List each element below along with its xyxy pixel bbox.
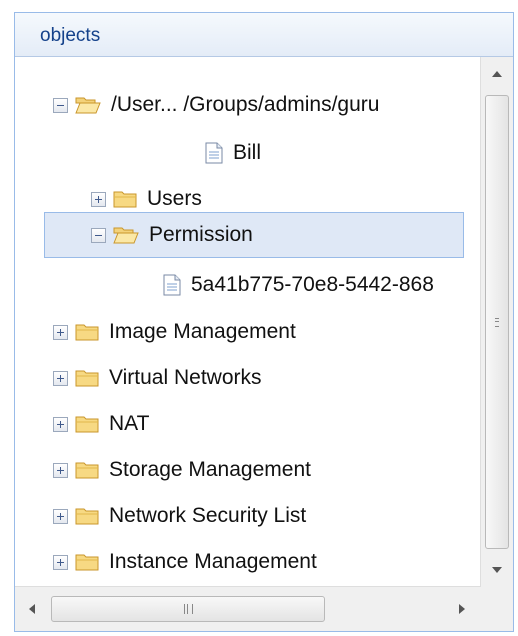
expand-toggle-icon[interactable] bbox=[53, 462, 68, 478]
tree-node-virtual-networks[interactable]: Virtual Networks bbox=[53, 360, 262, 396]
tree-node-label: /User... /Groups/admins/guru bbox=[111, 93, 380, 116]
tree-node-instance-management[interactable]: Instance Management bbox=[53, 544, 317, 580]
scroll-left-arrow-icon[interactable] bbox=[29, 604, 35, 614]
folder-icon bbox=[75, 462, 99, 479]
tree-node-nat[interactable]: NAT bbox=[53, 406, 149, 442]
tree-node-label: Storage Management bbox=[109, 458, 311, 481]
tree-node-root[interactable]: /User... /Groups/admins/guru bbox=[53, 87, 379, 123]
file-icon bbox=[163, 274, 181, 296]
tree-node-label: Virtual Networks bbox=[109, 366, 262, 389]
tree-node-storage-management[interactable]: Storage Management bbox=[53, 452, 311, 488]
folder-icon bbox=[75, 508, 99, 525]
vertical-scroll-thumb[interactable] bbox=[485, 95, 509, 549]
tree-node-permission[interactable]: Permission bbox=[44, 212, 464, 258]
scroll-right-arrow-icon[interactable] bbox=[459, 604, 465, 614]
folder-icon bbox=[113, 191, 137, 208]
expand-toggle-icon[interactable] bbox=[53, 370, 68, 386]
folder-icon bbox=[75, 370, 99, 387]
tree-node-label: Instance Management bbox=[109, 550, 317, 573]
tree-node-network-security-list[interactable]: Network Security List bbox=[53, 498, 306, 534]
grip-icon bbox=[495, 318, 499, 327]
folder-icon bbox=[75, 416, 99, 433]
tree-node-image-management[interactable]: Image Management bbox=[53, 314, 296, 350]
horizontal-scrollbar[interactable] bbox=[15, 586, 481, 631]
folder-open-icon bbox=[113, 227, 139, 244]
tree-node-label: NAT bbox=[109, 412, 150, 435]
folder-icon bbox=[75, 324, 99, 341]
tree-view: /User... /Groups/admins/guru Bill Users bbox=[15, 57, 513, 631]
scrollbar-corner bbox=[481, 587, 513, 631]
tree-node-label: 5a41b775-70e8-5442-868 bbox=[191, 273, 434, 296]
tree-node-label: Image Management bbox=[109, 320, 296, 343]
tree-node-label: Bill bbox=[233, 141, 262, 164]
folder-open-icon bbox=[75, 97, 101, 114]
tree-node-bill[interactable]: Bill bbox=[205, 135, 261, 171]
tree-node-label: Users bbox=[147, 187, 202, 210]
expand-toggle-icon[interactable] bbox=[53, 508, 68, 524]
collapse-toggle-icon[interactable] bbox=[91, 227, 106, 243]
expand-toggle-icon[interactable] bbox=[53, 324, 68, 340]
expand-toggle-icon[interactable] bbox=[91, 191, 106, 207]
collapse-toggle-icon[interactable] bbox=[53, 97, 68, 113]
vertical-scrollbar[interactable] bbox=[480, 57, 513, 587]
expand-toggle-icon[interactable] bbox=[53, 416, 68, 432]
scroll-up-arrow-icon[interactable] bbox=[492, 71, 502, 77]
expand-toggle-icon[interactable] bbox=[53, 554, 68, 570]
file-icon bbox=[205, 142, 223, 164]
scroll-down-arrow-icon[interactable] bbox=[492, 567, 502, 573]
tree-node-permission-child[interactable]: 5a41b775-70e8-5442-868 bbox=[163, 267, 434, 303]
panel-title: objects bbox=[40, 25, 101, 46]
folder-icon bbox=[75, 554, 99, 571]
objects-panel: objects /User... /Groups/admins/guru Bil… bbox=[14, 12, 514, 632]
grip-icon bbox=[184, 604, 193, 614]
tree-node-label: Permission bbox=[149, 223, 253, 246]
tree-node-label: Network Security List bbox=[109, 504, 307, 527]
horizontal-scroll-thumb[interactable] bbox=[51, 596, 325, 622]
panel-header: objects bbox=[15, 13, 513, 57]
